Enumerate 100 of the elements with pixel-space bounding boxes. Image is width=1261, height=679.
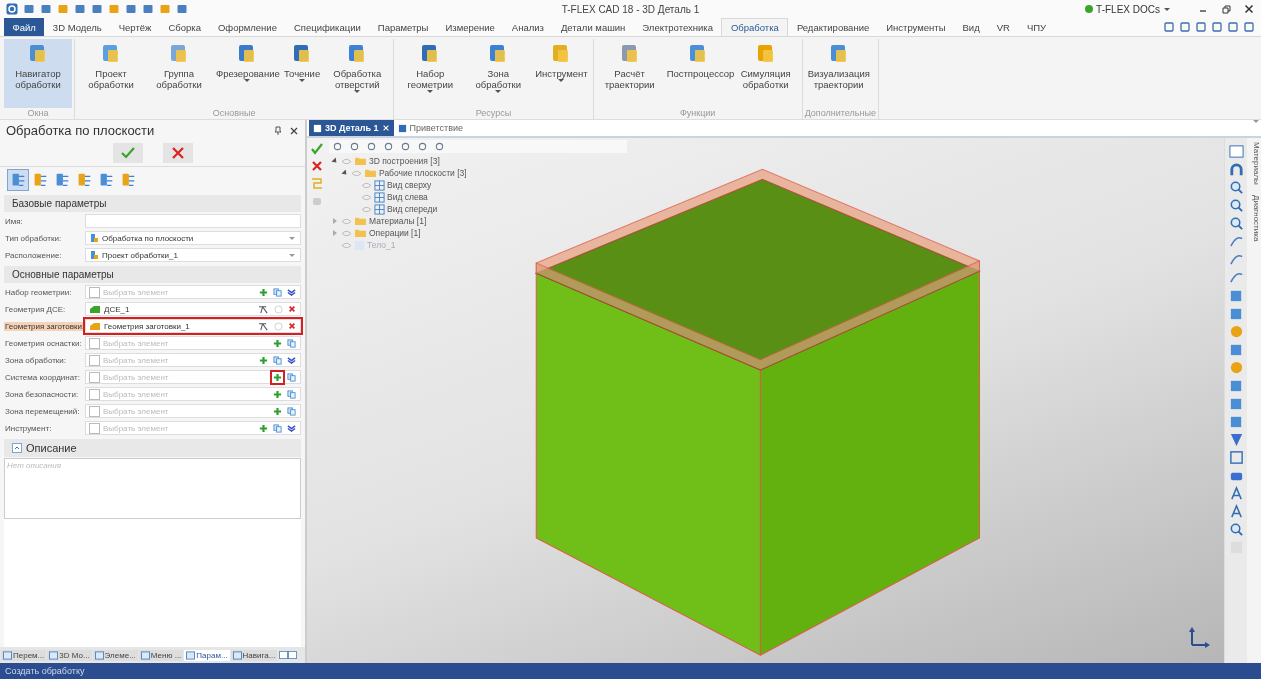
tree-item[interactable]: Вид сверху (387, 180, 432, 190)
quick-access-icon[interactable] (125, 3, 137, 15)
checkmark-icon[interactable] (310, 142, 324, 156)
toolbar-icon[interactable] (1163, 21, 1175, 33)
quick-access-icon[interactable] (40, 3, 52, 15)
name-input[interactable] (85, 214, 301, 228)
bottom-tab[interactable]: Навига... (230, 649, 278, 661)
curve-icon[interactable] (1228, 252, 1244, 267)
action-button[interactable] (272, 286, 283, 298)
zoom-icon[interactable] (1228, 180, 1244, 195)
bottom-tab[interactable]: Элеме... (92, 649, 138, 661)
ribbon-button[interactable]: Точение (281, 39, 324, 108)
pin-icon[interactable] (273, 125, 283, 136)
layout-icon[interactable] (279, 651, 298, 659)
quick-access-icon[interactable] (23, 3, 35, 15)
selection-field[interactable]: Геометрия заготовки_1 (85, 319, 301, 333)
ribbon-button[interactable]: Инструмент (532, 39, 591, 108)
frame-icon[interactable] (1228, 450, 1244, 465)
action-button[interactable] (286, 405, 297, 417)
ribbon-button[interactable]: Визуализация траектории (804, 39, 873, 108)
toolbar-icon[interactable] (1179, 21, 1191, 33)
letter-icon[interactable] (1228, 486, 1244, 501)
dropdown[interactable]: Обработка по плоскости (85, 231, 301, 245)
quick-access-icon[interactable] (74, 3, 86, 15)
ribbon-button[interactable]: Постпроцессор (663, 39, 732, 108)
zoom-icon[interactable] (1228, 522, 1244, 537)
quick-access-icon[interactable] (108, 3, 120, 15)
checkbox[interactable] (89, 388, 100, 400)
ribbon-button[interactable]: Проект обработки (77, 39, 145, 108)
checkbox[interactable] (89, 422, 100, 434)
close-icon[interactable] (1243, 3, 1255, 15)
account-button[interactable]: T-FLEX DOCs (1084, 3, 1172, 15)
tree-item[interactable]: Вид спереди (387, 204, 438, 214)
action-button[interactable] (286, 286, 297, 298)
action-button[interactable] (272, 422, 283, 434)
menu-tab[interactable]: ЧПУ (1018, 18, 1055, 36)
cancel-button[interactable] (162, 143, 193, 163)
ribbon-button[interactable]: Навигатор обработки (4, 39, 72, 108)
checkbox[interactable] (89, 337, 100, 349)
box-icon[interactable] (1228, 288, 1244, 303)
zoom-icon[interactable] (1228, 216, 1244, 231)
checkbox[interactable] (89, 405, 100, 417)
panel-icon[interactable] (1228, 144, 1244, 159)
ribbon-button[interactable]: Расчёт траектории (595, 39, 664, 108)
action-button[interactable] (272, 354, 283, 366)
menu-tab[interactable]: 3D Модель (44, 18, 111, 36)
dropdown[interactable]: Проект обработки_1 (85, 248, 301, 262)
menu-tab[interactable]: Анализ (503, 18, 553, 36)
action-button[interactable] (286, 388, 297, 400)
toolbar-icon[interactable] (1211, 21, 1223, 33)
action-button[interactable] (287, 321, 297, 331)
curve-icon[interactable] (1228, 270, 1244, 285)
ribbon-button[interactable]: Набор геометрии (396, 39, 465, 108)
checkbox[interactable] (89, 354, 100, 366)
action-button[interactable] (286, 371, 297, 383)
letter-icon[interactable] (1228, 504, 1244, 519)
quick-access-icon[interactable] (159, 3, 171, 15)
collapse-icon[interactable] (12, 443, 22, 453)
bottom-tab[interactable]: Перем... (1, 649, 47, 661)
ribbon-button[interactable]: Группа обработки (145, 39, 213, 108)
action-button[interactable] (258, 354, 269, 366)
tree-item[interactable]: Материалы [1] (369, 216, 427, 226)
tree-item[interactable]: Вид слева (387, 192, 428, 202)
expander-icon[interactable] (331, 157, 339, 165)
action-button[interactable] (272, 388, 283, 400)
menu-tab[interactable]: Детали машин (552, 18, 634, 36)
side-tab[interactable]: Материалы (1247, 142, 1261, 185)
document-tab[interactable]: 3D Деталь 1 (309, 120, 394, 136)
menu-tab[interactable]: Чертёж (110, 18, 160, 36)
menu-tab[interactable]: Вид (954, 18, 989, 36)
menu-tab[interactable]: Измерение (436, 18, 504, 36)
action-button[interactable] (287, 304, 297, 314)
menu-tab[interactable]: Инструменты (877, 18, 954, 36)
side-tab[interactable]: Диагностика (1247, 194, 1261, 242)
menu-tab[interactable]: Электротехника (633, 18, 722, 36)
menu-tab[interactable]: Редактирование (788, 18, 878, 36)
action-button[interactable] (286, 354, 297, 366)
menu-tab[interactable]: Сборка (159, 18, 210, 36)
bottom-tab[interactable]: Парам... (184, 649, 230, 661)
box-icon[interactable] (1228, 306, 1244, 321)
bottom-tab[interactable]: 3D Мо... (47, 649, 92, 661)
zoom-icon[interactable] (1228, 198, 1244, 213)
menu-tab[interactable]: Оформление (209, 18, 286, 36)
menu-tab[interactable]: Обработка (721, 18, 789, 36)
panel-tab[interactable] (8, 170, 28, 190)
quick-access-icon[interactable] (91, 3, 103, 15)
action-button[interactable] (258, 422, 269, 434)
quick-access-icon[interactable] (176, 3, 188, 15)
menu-tab[interactable]: Файл (4, 18, 45, 36)
magnet-icon[interactable] (1228, 162, 1244, 177)
ok-button[interactable] (112, 143, 143, 163)
quick-access-icon[interactable] (57, 3, 69, 15)
ribbon-button[interactable]: Зона обработки (464, 39, 533, 108)
curve-icon[interactable] (1228, 234, 1244, 249)
document-tab[interactable]: Приветствие (393, 120, 467, 136)
ribbon-button[interactable]: Обработка отверстий (323, 39, 392, 108)
tree-item[interactable]: Операции [1] (369, 228, 421, 238)
quick-access-icon[interactable] (142, 3, 154, 15)
expander-icon[interactable] (341, 169, 349, 177)
menu-tab[interactable]: Спецификации (285, 18, 370, 36)
